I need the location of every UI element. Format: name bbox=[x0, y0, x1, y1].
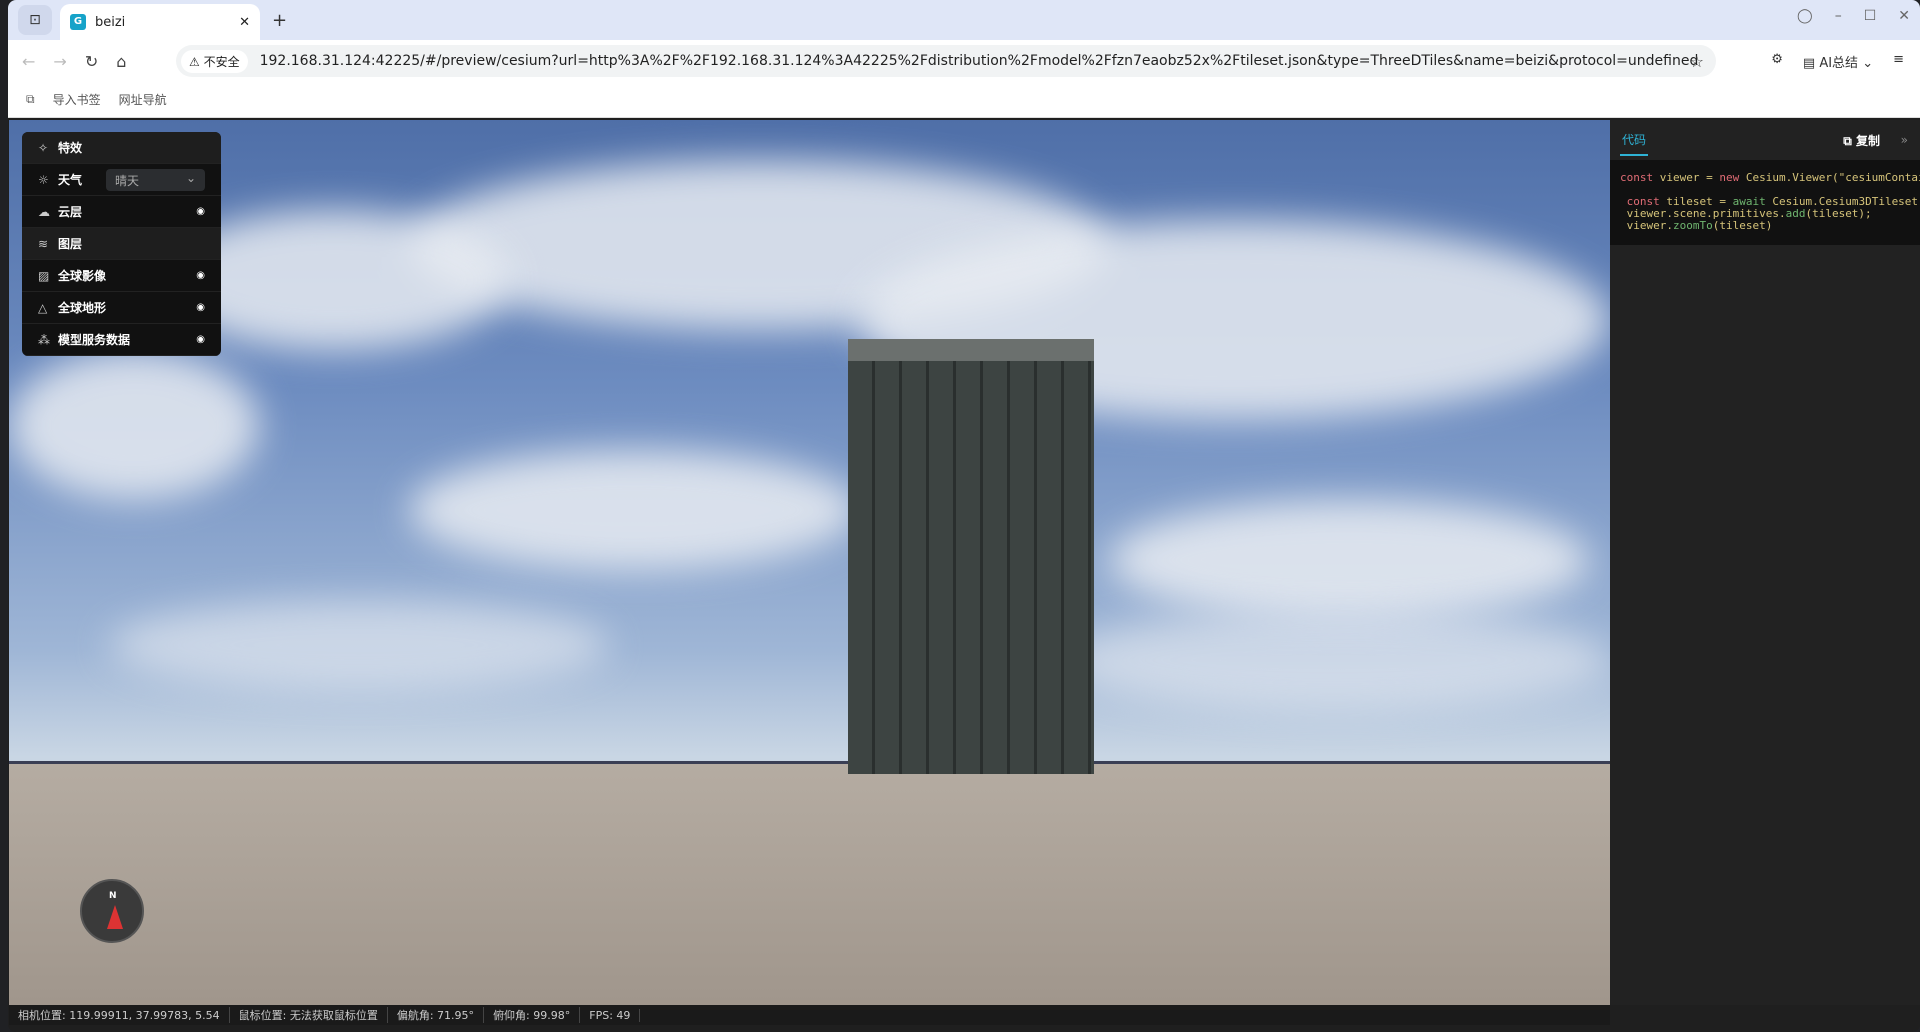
maximize-button[interactable]: ☐ bbox=[1864, 8, 1877, 24]
address-bar[interactable]: ⚠ 不安全 192.168.31.124:42225/#/preview/ces… bbox=[176, 45, 1716, 77]
compass-arrow-icon bbox=[107, 905, 123, 929]
bookmark-import[interactable]: 导入书签 bbox=[53, 91, 101, 108]
model-row: ⁂ 模型服务数据 ◉ bbox=[22, 324, 221, 356]
bookmark-nav[interactable]: 网址导航 bbox=[119, 91, 167, 108]
home-icon[interactable]: ⌂ bbox=[116, 52, 126, 71]
copy-label: 复制 bbox=[1855, 133, 1880, 148]
terrain-label: 全球地形 bbox=[58, 301, 107, 315]
bookmarks-bar: ⧉ 导入书签 网址导航 bbox=[8, 82, 1920, 118]
mountain-icon: △ bbox=[38, 300, 48, 315]
fps: FPS: 49 bbox=[580, 1008, 641, 1022]
close-window-button[interactable]: ✕ bbox=[1898, 8, 1910, 24]
tab-bar: ⊡ G beizi ✕ + ◯ – ☐ ✕ bbox=[8, 0, 1920, 40]
cubes-icon: ⁂ bbox=[38, 332, 50, 347]
horizon bbox=[9, 761, 1610, 764]
image-icon: ▨ bbox=[38, 268, 50, 283]
security-badge[interactable]: ⚠ 不安全 bbox=[181, 49, 248, 73]
menu-icon[interactable]: ≡ bbox=[1893, 52, 1904, 71]
weather-value: 晴天 bbox=[115, 174, 140, 188]
tab-beizi[interactable]: G beizi ✕ bbox=[60, 4, 260, 40]
terrain-row: △ 全球地形 ◉ bbox=[22, 292, 221, 324]
cesium-viewer[interactable]: ✧ 特效 ☼ 天气 晴天 ⌄ ☁ 云层 ◉ ≋ 图层 ▨ 全球影像 ◉ △ 全球地形 ◉ ⁂ 模型服务… bbox=[9, 120, 1610, 1005]
reload-icon[interactable]: ↻ bbox=[85, 52, 98, 71]
browser-window: ⊡ G beizi ✕ + ◯ – ☐ ✕ ← → ↻ ⌂ ⚠ 不安全 192.… bbox=[8, 0, 1920, 1032]
eye-icon[interactable]: ◉ bbox=[196, 334, 205, 345]
weather-row: ☼ 天气 晴天 ⌄ bbox=[22, 164, 221, 196]
favicon-icon: G bbox=[70, 14, 86, 30]
layers-label: 图层 bbox=[58, 237, 83, 251]
collapse-icon[interactable]: » bbox=[1901, 133, 1908, 147]
layers-icon: ≋ bbox=[38, 236, 49, 251]
clouds-label: 云层 bbox=[58, 205, 83, 219]
chevron-down-icon: ⌄ bbox=[185, 171, 196, 185]
extensions-icon[interactable]: ⚙ bbox=[1771, 52, 1783, 71]
heading: 偏航角: 71.95° bbox=[388, 1007, 485, 1023]
status-bar: 相机位置: 119.99911, 37.99783, 5.54 鼠标位置: 无法… bbox=[9, 1005, 1610, 1025]
forward-icon[interactable]: → bbox=[53, 52, 66, 71]
compass[interactable]: N bbox=[80, 879, 144, 943]
code-block: const viewer = new Cesium.Viewer("cesium… bbox=[1610, 160, 1920, 245]
code-panel: 代码 ⧉ 复制 » const viewer = new Cesium.View… bbox=[1610, 120, 1920, 1005]
tab-code[interactable]: 代码 bbox=[1620, 125, 1649, 156]
ground bbox=[9, 763, 1610, 1005]
weather-label: 天气 bbox=[58, 173, 83, 187]
imagery-label: 全球影像 bbox=[58, 269, 107, 283]
eye-icon[interactable]: ◉ bbox=[196, 302, 205, 313]
eye-icon[interactable]: ◉ bbox=[196, 206, 205, 217]
effects-header: ✧ 特效 bbox=[22, 132, 221, 164]
pitch: 俯仰角: 99.98° bbox=[484, 1007, 581, 1023]
cloud-icon: ☁ bbox=[38, 204, 50, 219]
clouds-row: ☁ 云层 ◉ bbox=[22, 196, 221, 228]
address-row: ← → ↻ ⌂ ⚠ 不安全 192.168.31.124:42225/#/pre… bbox=[8, 40, 1920, 82]
weather-select[interactable]: 晴天 ⌄ bbox=[106, 169, 205, 191]
control-panel: ✧ 特效 ☼ 天气 晴天 ⌄ ☁ 云层 ◉ ≋ 图层 ▨ 全球影像 ◉ △ 全球地形 ◉ ⁂ 模型服务… bbox=[22, 132, 221, 356]
ai-summary-button[interactable]: ▤ AI总结 ⌄ bbox=[1803, 52, 1873, 71]
tabs-icon[interactable]: ⧉ bbox=[26, 92, 35, 107]
sparkle-icon: ✧ bbox=[38, 140, 49, 155]
eye-icon[interactable]: ◉ bbox=[196, 270, 205, 281]
profile-icon[interactable]: ◯ bbox=[1797, 8, 1813, 24]
copy-button[interactable]: ⧉ 复制 bbox=[1843, 132, 1880, 149]
tab-search-icon[interactable]: ⊡ bbox=[18, 5, 52, 35]
minimize-button[interactable]: – bbox=[1835, 8, 1842, 24]
back-icon[interactable]: ← bbox=[22, 52, 35, 71]
camera-position: 相机位置: 119.99911, 37.99783, 5.54 bbox=[9, 1007, 230, 1023]
ai-summary-label: AI总结 bbox=[1819, 56, 1859, 71]
imagery-row: ▨ 全球影像 ◉ bbox=[22, 260, 221, 292]
model-label: 模型服务数据 bbox=[58, 333, 131, 347]
insecure-label: 不安全 bbox=[203, 54, 240, 69]
tab-title: beizi bbox=[95, 14, 126, 30]
new-tab-button[interactable]: + bbox=[272, 10, 287, 31]
close-tab-icon[interactable]: ✕ bbox=[239, 15, 250, 30]
building-model[interactable] bbox=[848, 339, 1094, 774]
url-text[interactable]: 192.168.31.124:42225/#/preview/cesium?ur… bbox=[260, 53, 1699, 69]
effects-label: 特效 bbox=[58, 141, 83, 155]
layers-header: ≋ 图层 bbox=[22, 228, 221, 260]
sun-icon: ☼ bbox=[38, 172, 49, 187]
star-icon[interactable]: ☆ bbox=[1690, 52, 1704, 71]
compass-north: N bbox=[109, 891, 117, 901]
mouse-position: 鼠标位置: 无法获取鼠标位置 bbox=[230, 1007, 388, 1023]
